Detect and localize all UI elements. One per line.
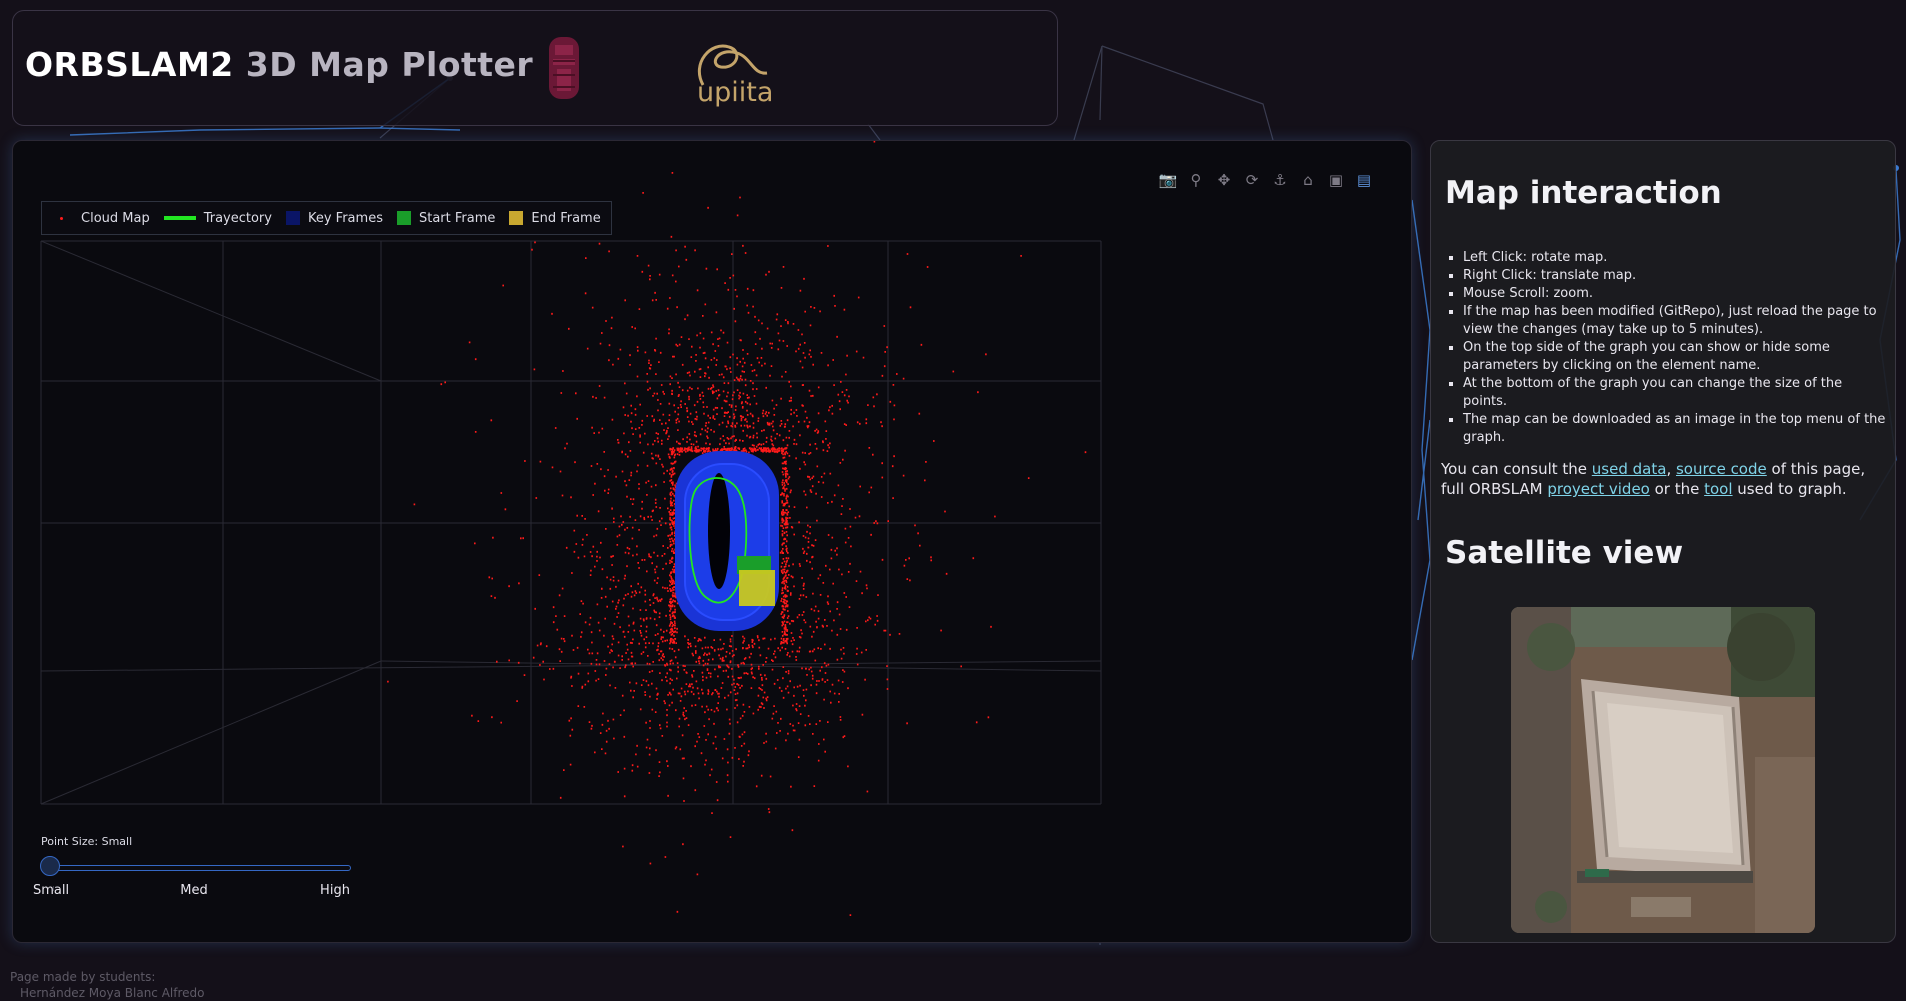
point-size-slider-track[interactable] — [53, 865, 351, 871]
legend-item-key-frames[interactable]: Key Frames — [285, 211, 383, 226]
list-item: On the top side of the graph you can sho… — [1463, 339, 1887, 375]
page-title: ORBSLAM2 3D Map Plotter — [25, 45, 534, 84]
legend-item-cloud-map[interactable]: Cloud Map — [50, 211, 150, 226]
map-interaction-heading: Map interaction — [1445, 175, 1722, 211]
grid-line — [40, 240, 382, 382]
list-item: Left Click: rotate map. — [1463, 249, 1887, 267]
used-data-link[interactable]: used data — [1592, 460, 1667, 478]
end-frame-marker — [739, 570, 775, 606]
turntable-icon[interactable]: ⚓ — [1270, 170, 1290, 190]
list-item: If the map has been modified (GitRepo), … — [1463, 303, 1887, 339]
tool-link[interactable]: tool — [1704, 480, 1732, 498]
zoom-icon[interactable]: ⚲ — [1186, 170, 1206, 190]
instructions-list: Left Click: rotate map. Right Click: tra… — [1445, 249, 1887, 447]
home-icon[interactable]: ⌂ — [1298, 170, 1318, 190]
key-frames-hole — [708, 473, 730, 589]
legend-item-end-frame[interactable]: End Frame — [509, 211, 601, 226]
video-camera-icon[interactable]: ▣ — [1326, 170, 1346, 190]
plot-legend: Cloud Map Trayectory Key Frames Start Fr… — [41, 201, 612, 235]
legend-item-trajectory[interactable]: Trayectory — [163, 211, 272, 226]
cloud-map-swatch — [60, 216, 63, 220]
ipn-logo — [549, 37, 579, 99]
slider-tick-small[interactable]: Small — [33, 883, 69, 898]
plotly-logo-icon[interactable]: ▤ — [1354, 170, 1374, 190]
point-size-label: Point Size: Small — [41, 835, 133, 848]
orbit-icon[interactable]: ⟳ — [1242, 170, 1262, 190]
satellite-image — [1511, 607, 1815, 933]
plot-modebar: 📷 ⚲ ✥ ⟳ ⚓ ⌂ ▣ ▤ — [1158, 168, 1374, 192]
map-plot-panel[interactable]: 📷 ⚲ ✥ ⟳ ⚓ ⌂ ▣ ▤ Cloud Map Trayectory Key… — [12, 140, 1412, 943]
list-item: Right Click: translate map. — [1463, 267, 1887, 285]
list-item: At the bottom of the graph you can chang… — [1463, 375, 1887, 411]
slider-tick-high[interactable]: High — [320, 883, 350, 898]
grid-line — [40, 660, 382, 805]
satellite-view-heading: Satellite view — [1445, 535, 1684, 571]
camera-icon[interactable]: 📷 — [1158, 170, 1178, 190]
key-frames-swatch — [285, 211, 300, 225]
source-code-link[interactable]: source code — [1676, 460, 1767, 478]
trajectory-swatch — [163, 216, 196, 220]
header-bar: ORBSLAM2 3D Map Plotter upiita — [12, 10, 1058, 126]
upiita-logo-text: upiita — [697, 77, 774, 108]
footer: Page made by students: Hernández Moya Bl… — [10, 970, 205, 1000]
point-size-slider-handle[interactable] — [40, 856, 60, 876]
end-frame-swatch — [509, 211, 524, 225]
start-end-frames — [737, 556, 775, 606]
map-3d-scene[interactable] — [13, 141, 1412, 943]
list-item: Mouse Scroll: zoom. — [1463, 285, 1887, 303]
consult-paragraph: You can consult the used data, source co… — [1441, 460, 1866, 498]
grid-line — [40, 660, 1102, 672]
slider-tick-med[interactable]: Med — [180, 883, 207, 898]
scene-grid — [40, 240, 1102, 805]
list-item: The map can be downloaded as an image in… — [1463, 411, 1887, 447]
pan-icon[interactable]: ✥ — [1214, 170, 1234, 190]
start-frame-swatch — [396, 211, 411, 225]
info-side-panel: Map interaction Left Click: rotate map. … — [1430, 140, 1896, 943]
proyect-video-link[interactable]: proyect video — [1547, 480, 1650, 498]
legend-item-start-frame[interactable]: Start Frame — [396, 211, 495, 226]
